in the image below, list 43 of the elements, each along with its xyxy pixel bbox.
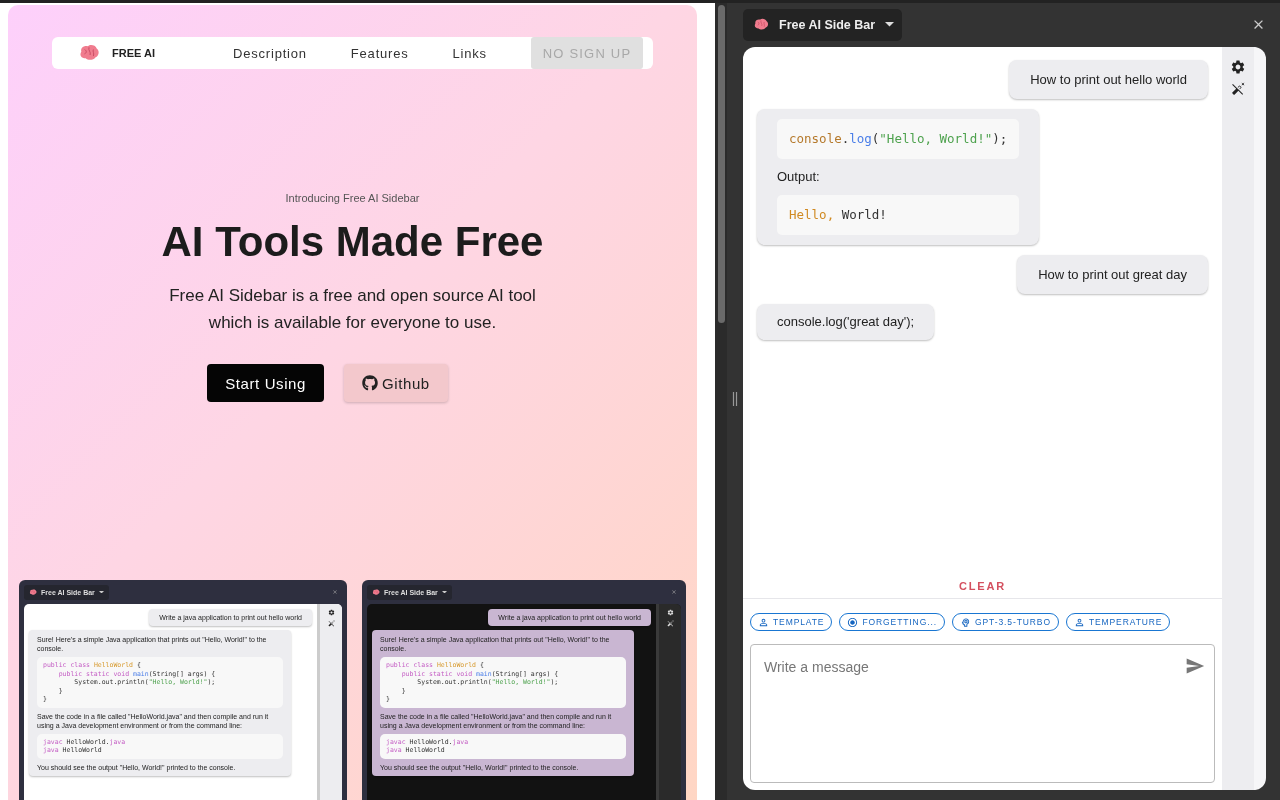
nav-link[interactable]: Description bbox=[233, 41, 307, 65]
caret-icon bbox=[885, 22, 895, 27]
brain-logo-icon bbox=[78, 44, 100, 62]
option-chip[interactable]: TEMPERATURE bbox=[1065, 613, 1171, 631]
brain-icon bbox=[29, 588, 37, 596]
nav-link[interactable]: Links bbox=[452, 41, 487, 65]
user-message: How to print out great day bbox=[1017, 255, 1208, 294]
option-chip[interactable]: TEMPLATE bbox=[750, 613, 833, 631]
scrollbar-thumb[interactable] bbox=[717, 5, 725, 323]
person-icon bbox=[758, 616, 769, 628]
settings-icon[interactable] bbox=[1230, 59, 1246, 75]
settings-icon[interactable] bbox=[327, 609, 335, 616]
caret-icon bbox=[441, 590, 447, 594]
resize-handle-icon[interactable] bbox=[732, 392, 738, 406]
caret-icon bbox=[98, 590, 104, 594]
code-block: console.log("Hello, World!"); bbox=[777, 119, 1020, 159]
person-icon bbox=[1073, 616, 1085, 628]
sidebar-tab[interactable]: Free AI Side Bar bbox=[743, 8, 903, 41]
hero-subtitle: Free AI Sidebar is a free and open source AI tool which is available for everyone to use. bbox=[169, 285, 536, 334]
github-icon bbox=[362, 375, 378, 391]
code-block: Hello, World! bbox=[777, 195, 1020, 235]
brain-icon bbox=[959, 616, 971, 628]
settings-icon[interactable] bbox=[666, 609, 674, 616]
start-button[interactable]: Start Using bbox=[207, 364, 324, 402]
wand-off-icon[interactable] bbox=[1231, 82, 1245, 96]
wand-off-icon[interactable] bbox=[327, 620, 335, 627]
github-button[interactable]: Github bbox=[344, 364, 448, 402]
option-chip[interactable]: FORGETTING... bbox=[839, 613, 945, 631]
brain-icon bbox=[372, 588, 380, 596]
option-chip[interactable]: GPT-3.5-TURBO bbox=[951, 613, 1059, 631]
nav-link[interactable]: Features bbox=[350, 41, 409, 65]
message-input[interactable]: Write a message bbox=[750, 644, 1215, 783]
send-icon[interactable] bbox=[1185, 656, 1205, 676]
clear-button[interactable]: CLEAR bbox=[953, 577, 1012, 595]
brand-name: FREE AI bbox=[112, 47, 155, 59]
hero-title: AI Tools Made Free bbox=[161, 218, 544, 266]
hero-eyebrow: Introducing Free AI Sidebar bbox=[285, 192, 420, 204]
radio-icon bbox=[847, 616, 859, 628]
user-message: How to print out hello world bbox=[1009, 60, 1208, 99]
message-text: Output: bbox=[777, 169, 821, 185]
wand-off-icon[interactable] bbox=[666, 620, 674, 627]
brain-icon bbox=[753, 18, 769, 31]
message-text: console.log('great day'); bbox=[777, 314, 915, 330]
